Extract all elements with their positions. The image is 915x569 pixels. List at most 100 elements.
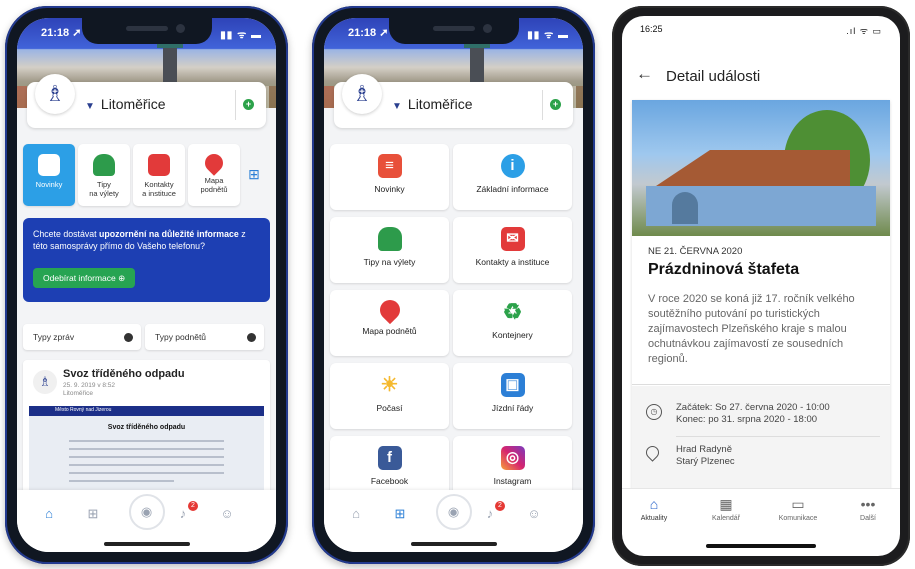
category-tiles: Novinky Tipy na výlety Kontakty a instit…	[23, 144, 276, 210]
event-title: Prázdninová štafeta	[648, 261, 800, 278]
town-crest-icon: ♗	[35, 74, 75, 114]
tile-mapa[interactable]: Mapa podnětů	[188, 144, 240, 206]
status-icons: ▮▮ ᯤ ▬	[220, 30, 262, 41]
info-icon: i	[500, 154, 525, 178]
event-description: V roce 2020 se koná již 17. ročník velké…	[648, 293, 855, 365]
event-card: NE 21. ČERVNA 2020 Prázdninová štafeta V…	[632, 100, 890, 490]
tile-kontakty[interactable]: Kontakty a instituce	[133, 144, 185, 206]
status-bar: 21:18 ➚ ▮▮ ᯤ ▬	[17, 24, 276, 42]
event-time-row: ◷ Začátek: So 27. června 2020 - 10:00 Ko…	[646, 402, 880, 426]
menu-jizdni-rady[interactable]: ▣ Jízdní řády	[453, 363, 572, 429]
instagram-icon: ◎	[500, 446, 525, 470]
event-place-row: Hrad Radyně Starý Plzenec	[643, 443, 880, 468]
backpack-icon	[377, 227, 402, 251]
status-time: 16:25	[640, 24, 663, 34]
news-source: Litoměřice	[63, 390, 93, 397]
event-date: NE 21. ČERVNA 2020	[648, 246, 743, 257]
filter-message-types[interactable]: Typy zpráv	[23, 324, 141, 350]
news-icon: ≡	[377, 154, 402, 178]
news-title: Svoz tříděného odpadu	[63, 368, 185, 380]
tile-tipy[interactable]: Tipy na výlety	[78, 144, 130, 206]
add-town-icon[interactable]: +	[550, 99, 561, 110]
tab-kalendar[interactable]: ▦ Kalendář	[696, 495, 756, 522]
subscribe-button[interactable]: Odebírat informace ⊕	[33, 268, 136, 288]
status-icons: .ıl ᯤ ▭	[846, 26, 882, 36]
camera-icon[interactable]: ◉	[128, 494, 165, 530]
menu-pocasi[interactable]: ☀ Počasí	[330, 363, 449, 429]
phone-news-screen: 21:18 ➚ ▮▮ ᯤ ▬ ♗ ▼ Litoměřice + Novinky T…	[5, 6, 288, 564]
tab-dalsi[interactable]: ••• Další	[838, 495, 898, 522]
menu-novinky[interactable]: ≡ Novinky	[330, 144, 449, 210]
clock-icon: ◷	[646, 404, 662, 420]
town-name: Litoměřice	[407, 96, 473, 112]
town-selector[interactable]: ♗ ▼ Litoměřice +	[334, 74, 573, 128]
back-arrow-icon[interactable]: ←	[636, 64, 653, 84]
grid-icon[interactable]: ⊞	[83, 504, 103, 524]
status-bar: 21:18 ➚ ▮▮ ᯤ ▬	[324, 24, 583, 42]
filter-report-types[interactable]: Typy podnětů	[145, 324, 264, 350]
add-town-icon[interactable]: +	[243, 99, 254, 110]
chat-icon: ▭	[791, 496, 805, 512]
status-time: 21:18 ➚	[41, 27, 82, 39]
tab-komunikace[interactable]: ▭ Komunikace	[768, 495, 828, 522]
contacts-icon	[148, 154, 170, 176]
train-icon: ▣	[500, 373, 525, 397]
recycle-icon: ♻	[502, 299, 523, 324]
app-header: ← Detail události	[622, 56, 900, 96]
screen: 21:18 ➚ ▮▮ ᯤ ▬ ♗ ▼ Litoměřice + ≡ Novinky …	[324, 18, 583, 552]
menu-tipy-na-vylety[interactable]: Tipy na výlety	[330, 217, 449, 283]
menu-kontejnery[interactable]: ♻ Kontejnery	[453, 290, 572, 356]
page-title: Detail události	[666, 68, 761, 85]
home-icon[interactable]: ⌂	[39, 504, 59, 524]
town-selector[interactable]: ♗ ▼ Litoměřice +	[27, 74, 266, 128]
event-place-city: Starý Plzenec	[676, 456, 735, 467]
chevron-down-icon: ▼	[85, 101, 95, 112]
event-info: ◷ Začátek: So 27. června 2020 - 10:00 Ko…	[632, 386, 890, 490]
event-end: Konec: po 31. srpna 2020 - 18:00	[676, 414, 818, 425]
home-icon[interactable]: ⌂	[346, 504, 366, 524]
bottom-tab-bar: ⌂ ⊞ ◉ ♪ 2 ☺	[324, 490, 583, 552]
phone-menu-screen: 21:18 ➚ ▮▮ ᯤ ▬ ♗ ▼ Litoměřice + ≡ Novinky …	[312, 6, 595, 564]
grid-icon[interactable]: ⊞	[390, 504, 410, 524]
event-photo	[632, 100, 890, 236]
map-pin-icon	[375, 295, 404, 325]
town-crest-icon: ♗	[33, 370, 57, 394]
filter-bar: Typy zpráv Typy podnětů	[23, 324, 270, 350]
tab-aktuality[interactable]: ⌂ Aktuality	[624, 495, 684, 522]
town-name: Litoměřice	[100, 96, 166, 112]
screen: 21:18 ➚ ▮▮ ᯤ ▬ ♗ ▼ Litoměřice + Novinky T…	[17, 18, 276, 552]
more-icon: •••	[860, 496, 876, 512]
phone-event-detail-screen: 16:25 .ıl ᯤ ▭ ← Detail události NE 21. Č…	[612, 6, 910, 566]
backpack-icon	[93, 154, 115, 176]
profile-icon[interactable]: ☺	[524, 504, 544, 524]
bottom-tab-bar: ⌂ Aktuality ▦ Kalendář ▭ Komunikace ••• Dalš…	[622, 488, 900, 532]
map-pin-icon	[201, 150, 227, 176]
home-icon: ⌂	[649, 496, 659, 512]
calendar-icon: ▦	[719, 496, 733, 512]
tile-novinky[interactable]: Novinky	[23, 144, 75, 206]
event-start: Začátek: So 27. června 2020 - 10:00	[676, 402, 830, 413]
status-icons: ▮▮ ᯤ ▬	[527, 30, 569, 41]
weather-icon: ☀	[380, 374, 399, 396]
camera-icon[interactable]: ◉	[435, 494, 472, 530]
bottom-tab-bar: ⌂ ⊞ ◉ ♪ 2 ☺	[17, 490, 276, 552]
bell-icon[interactable]: ♪ 2	[480, 501, 505, 524]
news-date: 25. 9. 2019 v 8:52	[63, 382, 116, 389]
location-pin-icon	[643, 443, 662, 462]
notification-badge: 2	[188, 501, 198, 511]
contacts-icon: ✉	[500, 227, 525, 251]
grid-view-icon[interactable]: ⊞	[243, 144, 265, 206]
news-icon	[38, 154, 60, 176]
bell-icon[interactable]: ♪ 2	[173, 501, 198, 524]
facebook-icon: f	[377, 446, 402, 470]
dropdown-icon	[124, 333, 133, 342]
event-place: Hrad Radyně	[676, 444, 732, 455]
menu-zakladni-informace[interactable]: i Základní informace	[453, 144, 572, 210]
menu-kontakty[interactable]: ✉ Kontakty a instituce	[453, 217, 572, 283]
town-crest-icon: ♗	[342, 74, 382, 114]
notification-badge: 2	[495, 501, 505, 511]
menu-mapa-podnetu[interactable]: Mapa podnětů	[330, 290, 449, 356]
screen: 16:25 .ıl ᯤ ▭ ← Detail události NE 21. Č…	[622, 16, 900, 556]
profile-icon[interactable]: ☺	[217, 504, 237, 524]
status-time: 21:18 ➚	[348, 27, 389, 39]
